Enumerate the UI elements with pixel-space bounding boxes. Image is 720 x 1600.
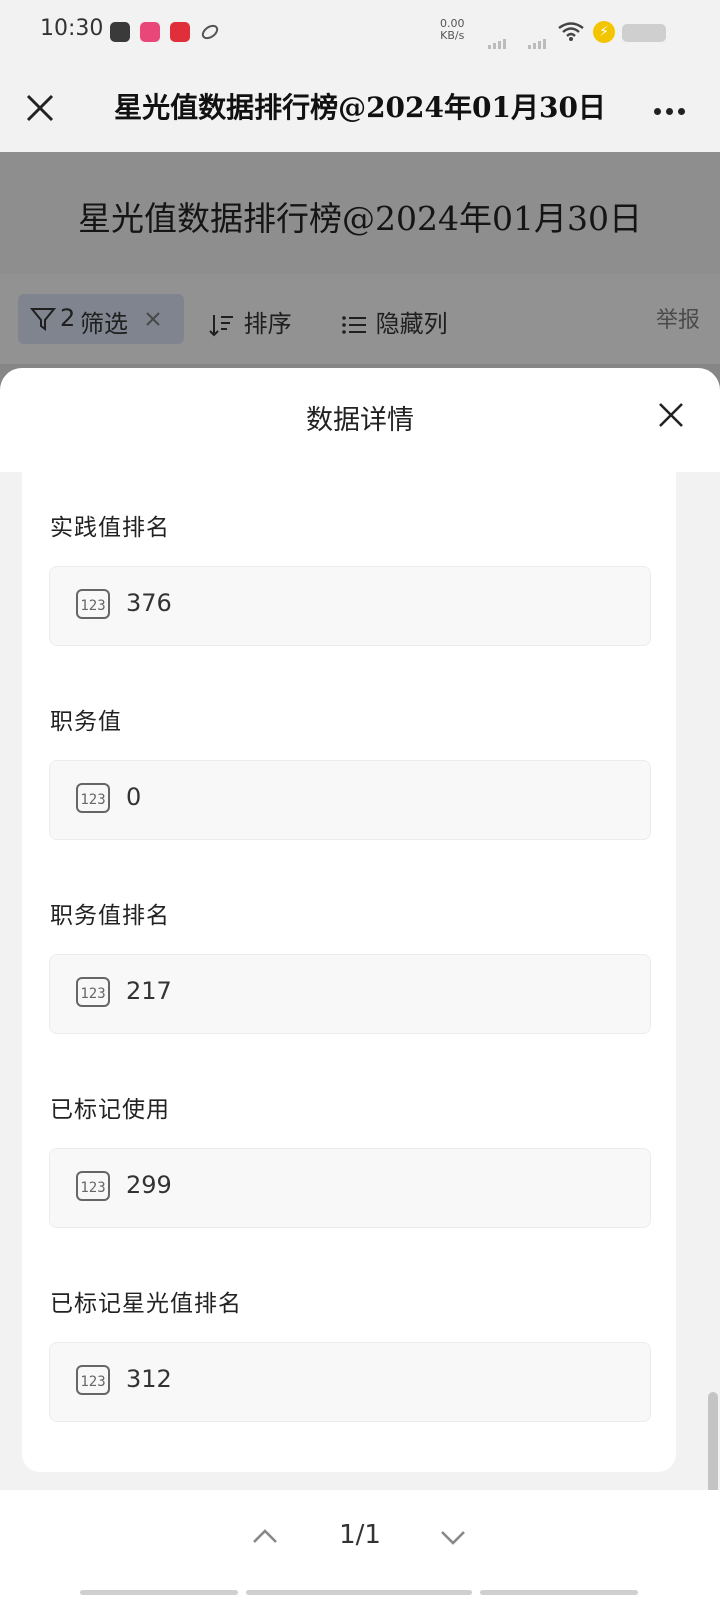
media-player-app-icon xyxy=(110,22,130,42)
charging-icon: ⚡ xyxy=(593,21,615,43)
field-value: 0 xyxy=(126,783,142,811)
number-type-icon: 123 xyxy=(76,783,110,813)
status-bar: 10:30 0.00 KB/s ⚡ xyxy=(0,0,720,64)
data-detail-sheet: 数据详情 实践值排名 123 376 职务值 123 0 职务值排名 123 2… xyxy=(0,368,720,1600)
system-nav-bar xyxy=(246,1590,472,1595)
field-value: 217 xyxy=(126,977,172,1005)
field-label: 职务值 xyxy=(50,709,122,735)
number-type-icon: 123 xyxy=(76,1171,110,1201)
field-label: 职务值排名 xyxy=(50,903,170,929)
status-time: 10:30 xyxy=(40,16,104,41)
field-value: 376 xyxy=(126,589,172,617)
network-speed-unit: KB/s xyxy=(440,29,465,42)
sheet-scroll-area[interactable]: 实践值排名 123 376 职务值 123 0 职务值排名 123 217 已标… xyxy=(0,472,720,1592)
field-value-box: 123 376 xyxy=(49,566,651,646)
close-icon[interactable] xyxy=(654,398,688,432)
field-value: 312 xyxy=(126,1365,172,1393)
system-nav-bar xyxy=(80,1590,238,1595)
field-value: 299 xyxy=(126,1171,172,1199)
svg-text:123: 123 xyxy=(80,792,105,808)
field-value-box: 123 0 xyxy=(49,760,651,840)
svg-text:123: 123 xyxy=(80,1374,105,1390)
field-label: 实践值排名 xyxy=(50,515,170,541)
svg-text:123: 123 xyxy=(80,1180,105,1196)
svg-text:123: 123 xyxy=(80,986,105,1002)
wifi-icon xyxy=(558,22,584,41)
field-label: 已标记星光值排名 xyxy=(50,1291,242,1317)
field-label: 已标记使用 xyxy=(50,1097,170,1123)
signal-2-icon xyxy=(528,30,548,49)
next-record-icon[interactable] xyxy=(436,1520,470,1554)
number-type-icon: 123 xyxy=(76,589,110,619)
svg-text:123: 123 xyxy=(80,598,105,614)
app-navbar: 星光值数据排行榜@2024年01月30日 xyxy=(0,64,720,152)
field-value-box: 123 299 xyxy=(49,1148,651,1228)
link-app-icon xyxy=(201,24,219,40)
detail-card: 实践值排名 123 376 职务值 123 0 职务值排名 123 217 已标… xyxy=(22,472,676,1472)
sheet-title: 数据详情 xyxy=(306,405,414,436)
signal-1-icon xyxy=(488,30,508,49)
battery-icon xyxy=(622,24,666,42)
more-options-icon[interactable] xyxy=(654,100,694,115)
field-value-box: 123 217 xyxy=(49,954,651,1034)
pink-app-icon xyxy=(140,22,160,42)
record-pager: 1/1 xyxy=(0,1490,720,1600)
network-speed: 0.00 KB/s xyxy=(440,18,465,42)
page-title: 星光值数据排行榜@2024年01月30日 xyxy=(114,91,606,124)
number-type-icon: 123 xyxy=(76,1365,110,1395)
system-nav-bar xyxy=(480,1590,638,1595)
red-app-icon xyxy=(170,22,190,42)
pager-indicator: 1/1 xyxy=(339,1520,381,1550)
field-value-box: 123 312 xyxy=(49,1342,651,1422)
number-type-icon: 123 xyxy=(76,977,110,1007)
